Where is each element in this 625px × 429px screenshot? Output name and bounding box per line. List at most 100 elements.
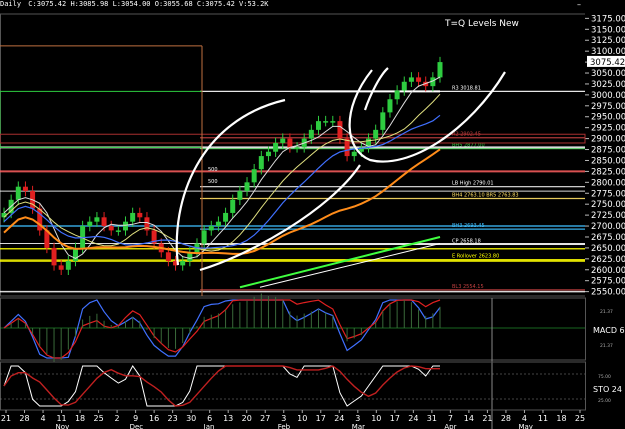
candle-body: [65, 261, 71, 270]
candle-body: [130, 212, 136, 222]
sto-k-line: [3, 365, 440, 407]
candle-body: [180, 261, 186, 266]
date-tick-label: 20: [242, 414, 252, 423]
price-tick-label: 2650.00: [591, 244, 625, 254]
ma-fast-line: [3, 76, 441, 259]
candle-body: [51, 247, 57, 266]
price-tick-label: 2775.00: [591, 189, 625, 199]
green-box: [0, 90, 203, 148]
macd-tick: 21.37: [600, 309, 613, 315]
date-tick-label: 23: [168, 414, 178, 423]
candle-body: [58, 265, 64, 270]
price-tick-label: 2925.00: [591, 124, 625, 134]
red-box: [0, 133, 586, 144]
candle-body: [273, 142, 279, 152]
candle-body: [344, 138, 350, 157]
price-tick-label: 3175.00: [591, 14, 625, 24]
fib-label: 500: [208, 179, 218, 185]
candle-body: [15, 186, 21, 200]
current-price-label: 3075.42: [590, 58, 625, 68]
date-tick-label: 4: [522, 414, 527, 423]
sto-tick: 75.00: [598, 374, 611, 380]
price-tick-label: 3050.00: [591, 69, 625, 79]
macd-line: [3, 299, 441, 359]
candle-body: [101, 217, 107, 227]
date-tick-label: 6: [207, 414, 212, 423]
candle-body: [215, 221, 221, 227]
month-label: Feb: [278, 423, 291, 429]
price-tick-label: 2875.00: [591, 146, 625, 156]
candle-body: [280, 138, 286, 143]
price-tick-label: 2800.00: [591, 178, 625, 188]
candle-body: [244, 182, 250, 192]
candle-body: [308, 129, 314, 139]
price-tick-label: 2950.00: [591, 113, 625, 123]
price-tick-label: 2825.00: [591, 167, 625, 177]
fib-label: 500: [208, 167, 218, 173]
ma-orange-line: [3, 148, 441, 255]
candle-body: [323, 121, 329, 123]
candle-body: [437, 62, 443, 78]
price-tick-label: 2625.00: [591, 255, 625, 265]
price-tick-label: 3000.00: [591, 91, 625, 101]
candle-body: [373, 129, 379, 139]
candle-body: [237, 191, 243, 200]
candle-body: [408, 77, 414, 82]
price-tick-label: 3025.00: [591, 80, 625, 90]
level-label: E Rollover 2623.80: [452, 254, 499, 260]
candle-body: [394, 90, 400, 100]
candle-body: [165, 252, 171, 262]
candle-body: [258, 156, 264, 170]
candle-body: [115, 230, 121, 232]
date-tick-label: 28: [501, 414, 511, 423]
levels-title: T=Q Levels New: [444, 19, 519, 29]
date-tick-label: 2: [115, 414, 120, 423]
month-label: Apr: [444, 423, 456, 429]
date-tick-label: 14: [464, 414, 474, 423]
date-tick-label: 18: [556, 414, 566, 423]
date-tick-label: 18: [75, 414, 85, 423]
date-tick-label: 25: [93, 414, 103, 423]
candle-body: [230, 199, 236, 213]
candle-body: [337, 121, 343, 139]
price-tick-label: 2750.00: [591, 200, 625, 210]
macd-panel-frame: [0, 297, 586, 361]
price-tick-label: 2725.00: [591, 211, 625, 221]
level-label: R3 3018.81: [452, 85, 481, 91]
price-tick-label: 2550.00: [591, 288, 625, 298]
date-tick-label: 24: [408, 414, 418, 423]
month-label: Mar: [352, 423, 365, 429]
date-tick-label: 24: [334, 414, 344, 423]
candle-body: [201, 230, 207, 244]
candle-body: [123, 221, 129, 231]
month-label: Nov: [56, 423, 70, 429]
candle-body: [251, 169, 257, 183]
price-tick-label: 2850.00: [591, 156, 625, 166]
date-tick-label: 11: [56, 414, 66, 423]
candle-body: [137, 212, 143, 218]
price-tick-label: 2700.00: [591, 222, 625, 232]
candle-body: [265, 151, 271, 157]
candle-body: [108, 226, 114, 231]
level-label: BL3 2554.15: [452, 284, 484, 290]
level-label: LB High 2790.01: [452, 181, 494, 187]
candle-body: [208, 226, 214, 231]
candle-body: [87, 221, 93, 227]
date-tick-label: 17: [316, 414, 326, 423]
price-chart[interactable]: 3175.003150.003125.003100.003075.003050.…: [0, 0, 625, 429]
date-tick-label: 16: [149, 414, 159, 423]
sto-label: STO 24: [593, 385, 622, 394]
month-label: Dec: [130, 423, 144, 429]
date-tick-label: 21: [1, 414, 11, 423]
macd-signal-line: [3, 299, 441, 359]
date-tick-label: 3: [281, 414, 286, 423]
candle-body: [416, 77, 422, 82]
date-tick-label: 10: [297, 414, 307, 423]
candle-body: [22, 186, 28, 192]
price-tick-label: 2600.00: [591, 266, 625, 276]
date-tick-label: 3: [355, 414, 360, 423]
price-tick-label: 2675.00: [591, 233, 625, 243]
level-label: BH4 2763.10 BR5 2763.83: [452, 193, 519, 199]
candle-body: [294, 147, 300, 149]
candle-body: [351, 151, 357, 157]
